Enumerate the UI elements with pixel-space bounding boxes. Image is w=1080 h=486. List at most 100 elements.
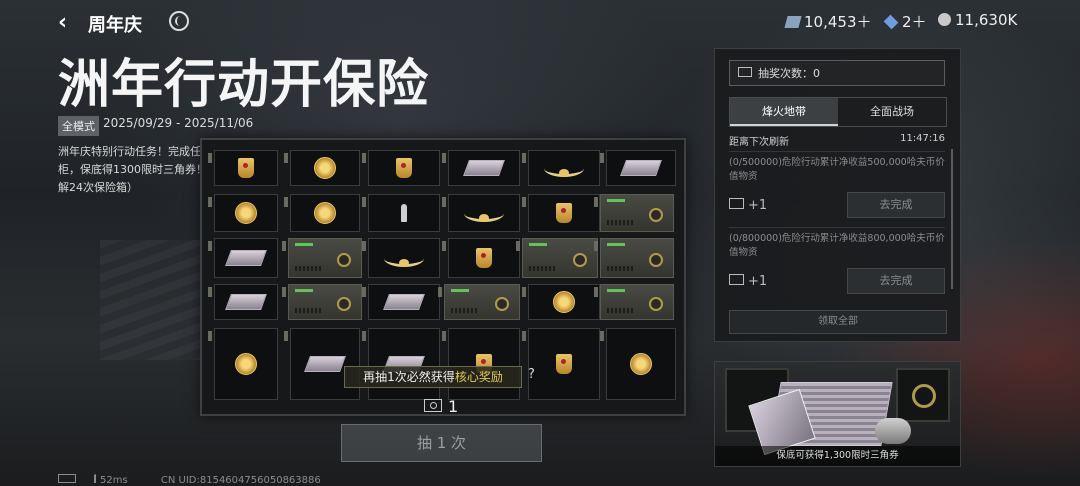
cash-stack-icon (304, 356, 346, 372)
battery-icon (58, 474, 76, 483)
horn-necklace-icon (464, 205, 504, 222)
closed-safe[interactable] (594, 238, 674, 278)
vent-grille (607, 266, 633, 271)
claim-all-button[interactable]: 领取全部 (729, 310, 947, 334)
status-bar: 52ms CN UID:8154604756050863886 (58, 474, 321, 486)
dial-icon (649, 297, 663, 311)
horn-necklace-icon (544, 160, 584, 177)
cash-stack-icon (225, 250, 267, 266)
horn-necklace-icon (384, 250, 424, 267)
top-bar: ‹ 周年庆 10,453＋ 2＋ 11,630K (0, 0, 1080, 44)
gold-coin-icon (314, 157, 336, 179)
task-item: (0/500000)危险行动累计净收益500,000哈夫币价值物资 +1 去完成 (729, 151, 945, 226)
go-complete-button[interactable]: 去完成 (847, 268, 945, 294)
locker-cell (442, 328, 520, 400)
vent-grille (451, 308, 477, 313)
closed-safe[interactable] (438, 284, 520, 320)
task-item: (0/800000)危险行动累计净收益800,000哈夫币价值物资 +1 去完成 (729, 227, 945, 302)
dial-icon (649, 208, 663, 222)
task-reward: +1 (729, 198, 767, 213)
vent-grille (529, 266, 555, 271)
closed-safe[interactable] (594, 284, 674, 320)
task-reward: +1 (729, 274, 767, 289)
ticket-icon (738, 67, 752, 77)
tab-warzone[interactable]: 烽火地带 (730, 98, 838, 126)
closed-safe[interactable] (516, 238, 598, 278)
locker-cell (522, 150, 600, 186)
ticket-icon (729, 198, 744, 209)
vent-grille (607, 308, 633, 313)
safe-dial-image (896, 368, 950, 422)
locker-cell (362, 150, 440, 186)
go-complete-button[interactable]: 去完成 (847, 192, 945, 218)
back-arrow-icon[interactable]: ‹ (58, 10, 67, 35)
cash-stack-icon (463, 160, 505, 176)
locker-cell (522, 284, 600, 320)
tab-battlefield[interactable]: 全面战场 (838, 98, 946, 126)
dial-icon (649, 253, 663, 267)
cash-stack-icon (383, 294, 425, 310)
dial-icon (495, 297, 509, 311)
currency-gem[interactable]: 2＋ (883, 11, 927, 32)
cash-stack-icon (225, 294, 267, 310)
gold-coin-icon (235, 202, 257, 224)
cash-roll-image (875, 418, 911, 444)
locker-cell (600, 150, 676, 186)
locker-cell (442, 194, 520, 232)
gold-cup-icon (238, 158, 254, 178)
coin-icon (938, 13, 951, 26)
gold-cup-icon (556, 203, 572, 223)
ticket-icon (729, 274, 744, 285)
locker-cell (362, 328, 440, 400)
currency-ticket[interactable]: 10,453＋ (784, 11, 872, 32)
prize-caption: 保底可获得1,300限时三角券 (715, 446, 960, 466)
gold-coin-icon (314, 202, 336, 224)
task-scrollbar[interactable] (951, 149, 953, 289)
signal-icon (82, 474, 96, 483)
closed-safe[interactable] (282, 238, 362, 278)
currency-coin: 11,630K (938, 11, 1017, 29)
gold-coin-icon (630, 353, 652, 375)
locker-cell (284, 150, 360, 186)
locker-cell (522, 328, 600, 400)
progress-bar (295, 243, 313, 246)
mode-tabs: 烽火地带 全面战场 (729, 97, 947, 127)
figurine-icon (401, 204, 407, 222)
event-dates: 2025/09/29 - 2025/11/06 (103, 116, 254, 130)
help-icon[interactable]: ? (528, 367, 535, 382)
closed-safe[interactable] (282, 284, 362, 320)
locker-cell (208, 238, 278, 278)
progress-bar (607, 243, 625, 246)
core-reward-highlight: 核心奖励 (454, 370, 503, 384)
gold-cup-icon (396, 158, 412, 178)
locker-cell (522, 194, 600, 232)
locker-cell (208, 284, 278, 320)
locker-cell (362, 238, 440, 278)
locker-cell (442, 150, 520, 186)
closed-safe[interactable] (594, 194, 674, 232)
vent-grille (607, 220, 633, 225)
event-title: 洲年行动开保险 (58, 55, 430, 115)
locker-cell (600, 328, 676, 400)
progress-bar (451, 289, 469, 292)
ping: 52ms (100, 475, 128, 486)
progress-bar (529, 243, 547, 246)
locker-cell (208, 194, 278, 232)
refresh-timer: 距离下次刷新 11:47:16 (729, 133, 945, 148)
guarantee-hint: 再抽1次必然获得核心奖励 (344, 366, 522, 388)
task-text: (0/500000)危险行动累计净收益500,000哈夫币价值物资 (729, 157, 945, 182)
dial-icon (337, 297, 351, 311)
progress-bar (607, 289, 625, 292)
event-logo-icon (169, 11, 189, 31)
guaranteed-prize-preview: 保底可获得1,300限时三角券 (714, 361, 961, 467)
locker-cell (284, 328, 360, 400)
cash-stack-icon (620, 160, 662, 176)
locker-cell (362, 284, 440, 320)
vent-grille (295, 308, 321, 313)
dial-icon (573, 253, 587, 267)
draw-count-field: 抽奖次数：0 (729, 60, 945, 86)
locker-cell (208, 150, 278, 186)
draw-once-button[interactable]: 抽 1 次 (341, 424, 542, 462)
gold-coin-icon (235, 353, 257, 375)
progress-bar (295, 289, 313, 292)
